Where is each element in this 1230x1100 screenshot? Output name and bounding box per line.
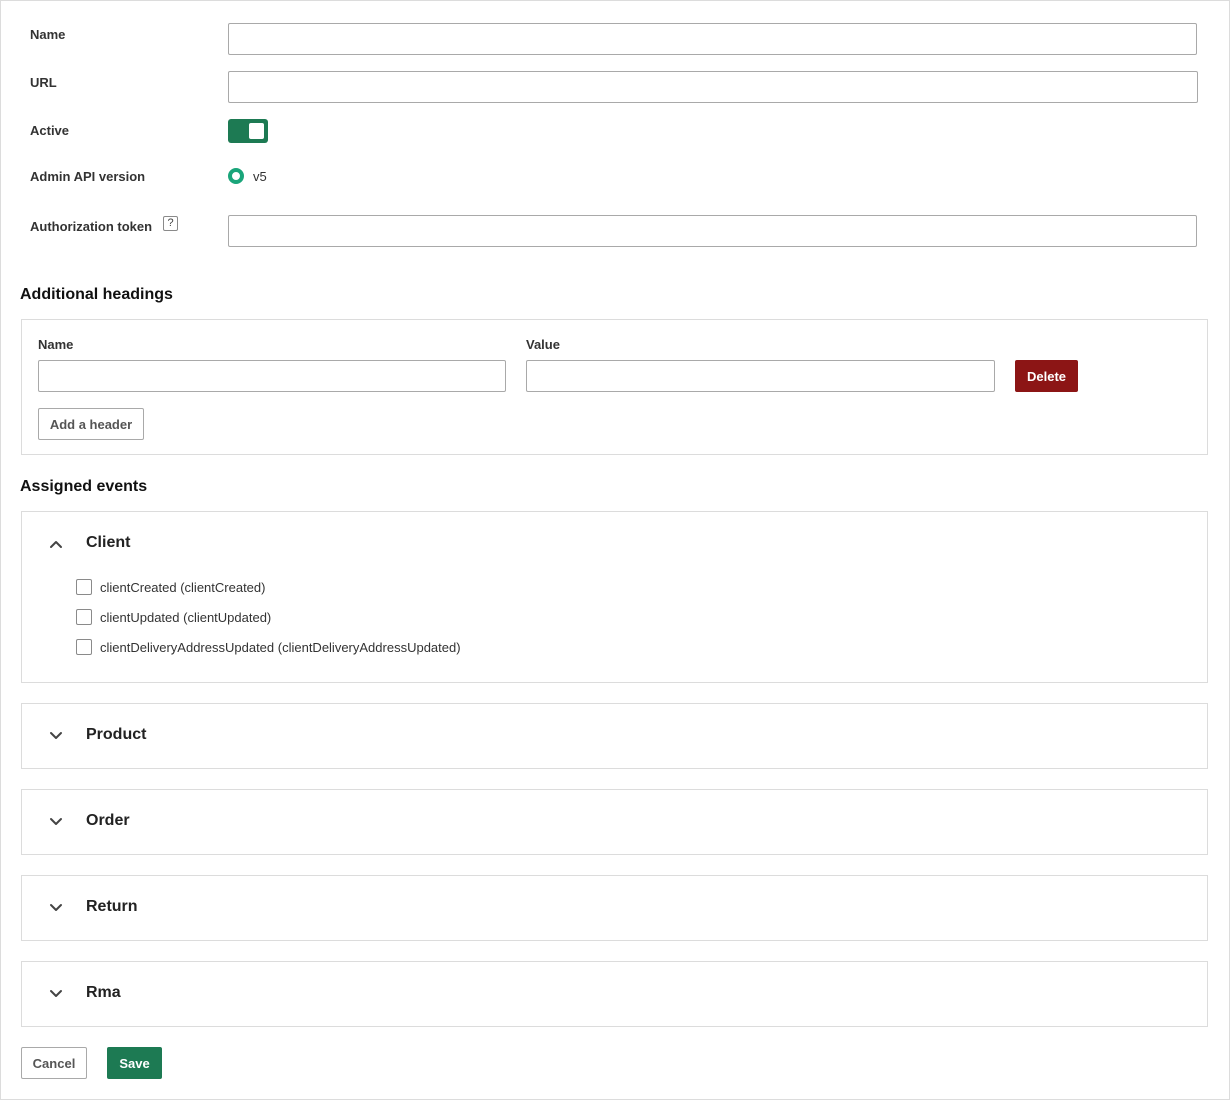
event-group-return: Return: [21, 875, 1208, 941]
group-title-order: Order: [86, 812, 130, 829]
group-title-rma: Rma: [86, 984, 121, 1001]
group-header-product[interactable]: Product: [22, 704, 1207, 768]
event-client-delivery-address-updated[interactable]: clientDeliveryAddressUpdated (clientDeli…: [76, 638, 461, 656]
active-toggle[interactable]: [228, 119, 268, 143]
chevron-down-icon: [50, 732, 62, 739]
group-header-order[interactable]: Order: [22, 790, 1207, 854]
chevron-down-icon: [50, 904, 62, 911]
group-title-product: Product: [86, 726, 147, 743]
event-label: clientUpdated (clientUpdated): [100, 609, 272, 625]
event-group-rma: Rma: [21, 961, 1208, 1027]
save-button[interactable]: Save: [107, 1047, 162, 1079]
group-header-return[interactable]: Return: [22, 876, 1207, 940]
event-group-product: Product: [21, 703, 1208, 769]
event-client-created[interactable]: clientCreated (clientCreated): [76, 578, 265, 596]
api-version-label: Admin API version: [30, 169, 146, 184]
event-group-client: Client clientCreated (clientCreated) cli…: [21, 511, 1208, 683]
active-label: Active: [30, 123, 70, 138]
token-label: Authorization token: [30, 219, 153, 234]
checkbox[interactable]: [76, 639, 92, 655]
checkbox[interactable]: [76, 579, 92, 595]
url-input[interactable]: [228, 71, 1198, 103]
name-input[interactable]: [228, 23, 1197, 55]
event-label: clientCreated (clientCreated): [100, 579, 266, 595]
event-label: clientDeliveryAddressUpdated (clientDeli…: [100, 639, 461, 655]
event-client-updated[interactable]: clientUpdated (clientUpdated): [76, 608, 271, 626]
group-header-rma[interactable]: Rma: [22, 962, 1207, 1026]
header-value-col-label: Value: [526, 337, 560, 352]
help-icon[interactable]: ?: [163, 216, 178, 231]
group-header-client[interactable]: Client: [22, 512, 1207, 576]
event-group-order: Order: [21, 789, 1208, 855]
chevron-down-icon: [50, 818, 62, 825]
chevron-down-icon: [50, 990, 62, 997]
add-header-button[interactable]: Add a header: [38, 408, 144, 440]
name-label: Name: [30, 27, 66, 42]
url-label: URL: [30, 75, 57, 90]
delete-header-button[interactable]: Delete: [1015, 360, 1078, 392]
header-name-col-label: Name: [38, 337, 74, 352]
cancel-button[interactable]: Cancel: [21, 1047, 87, 1079]
header-name-input[interactable]: [38, 360, 506, 392]
header-value-input[interactable]: [526, 360, 995, 392]
token-input[interactable]: [228, 215, 1197, 247]
toggle-knob: [249, 123, 264, 139]
api-version-radio-v5[interactable]: v5: [228, 167, 267, 185]
checkbox[interactable]: [76, 609, 92, 625]
radio-selected-icon[interactable]: [228, 168, 244, 184]
chevron-up-icon: [50, 541, 62, 548]
radio-option-label: v5: [253, 168, 267, 184]
headers-panel: Name Value Delete Add a header: [21, 319, 1208, 455]
group-title-client: Client: [86, 534, 131, 551]
assigned-events-title: Assigned events: [20, 478, 148, 495]
additional-headings-title: Additional headings: [20, 286, 173, 303]
group-title-return: Return: [86, 898, 138, 915]
